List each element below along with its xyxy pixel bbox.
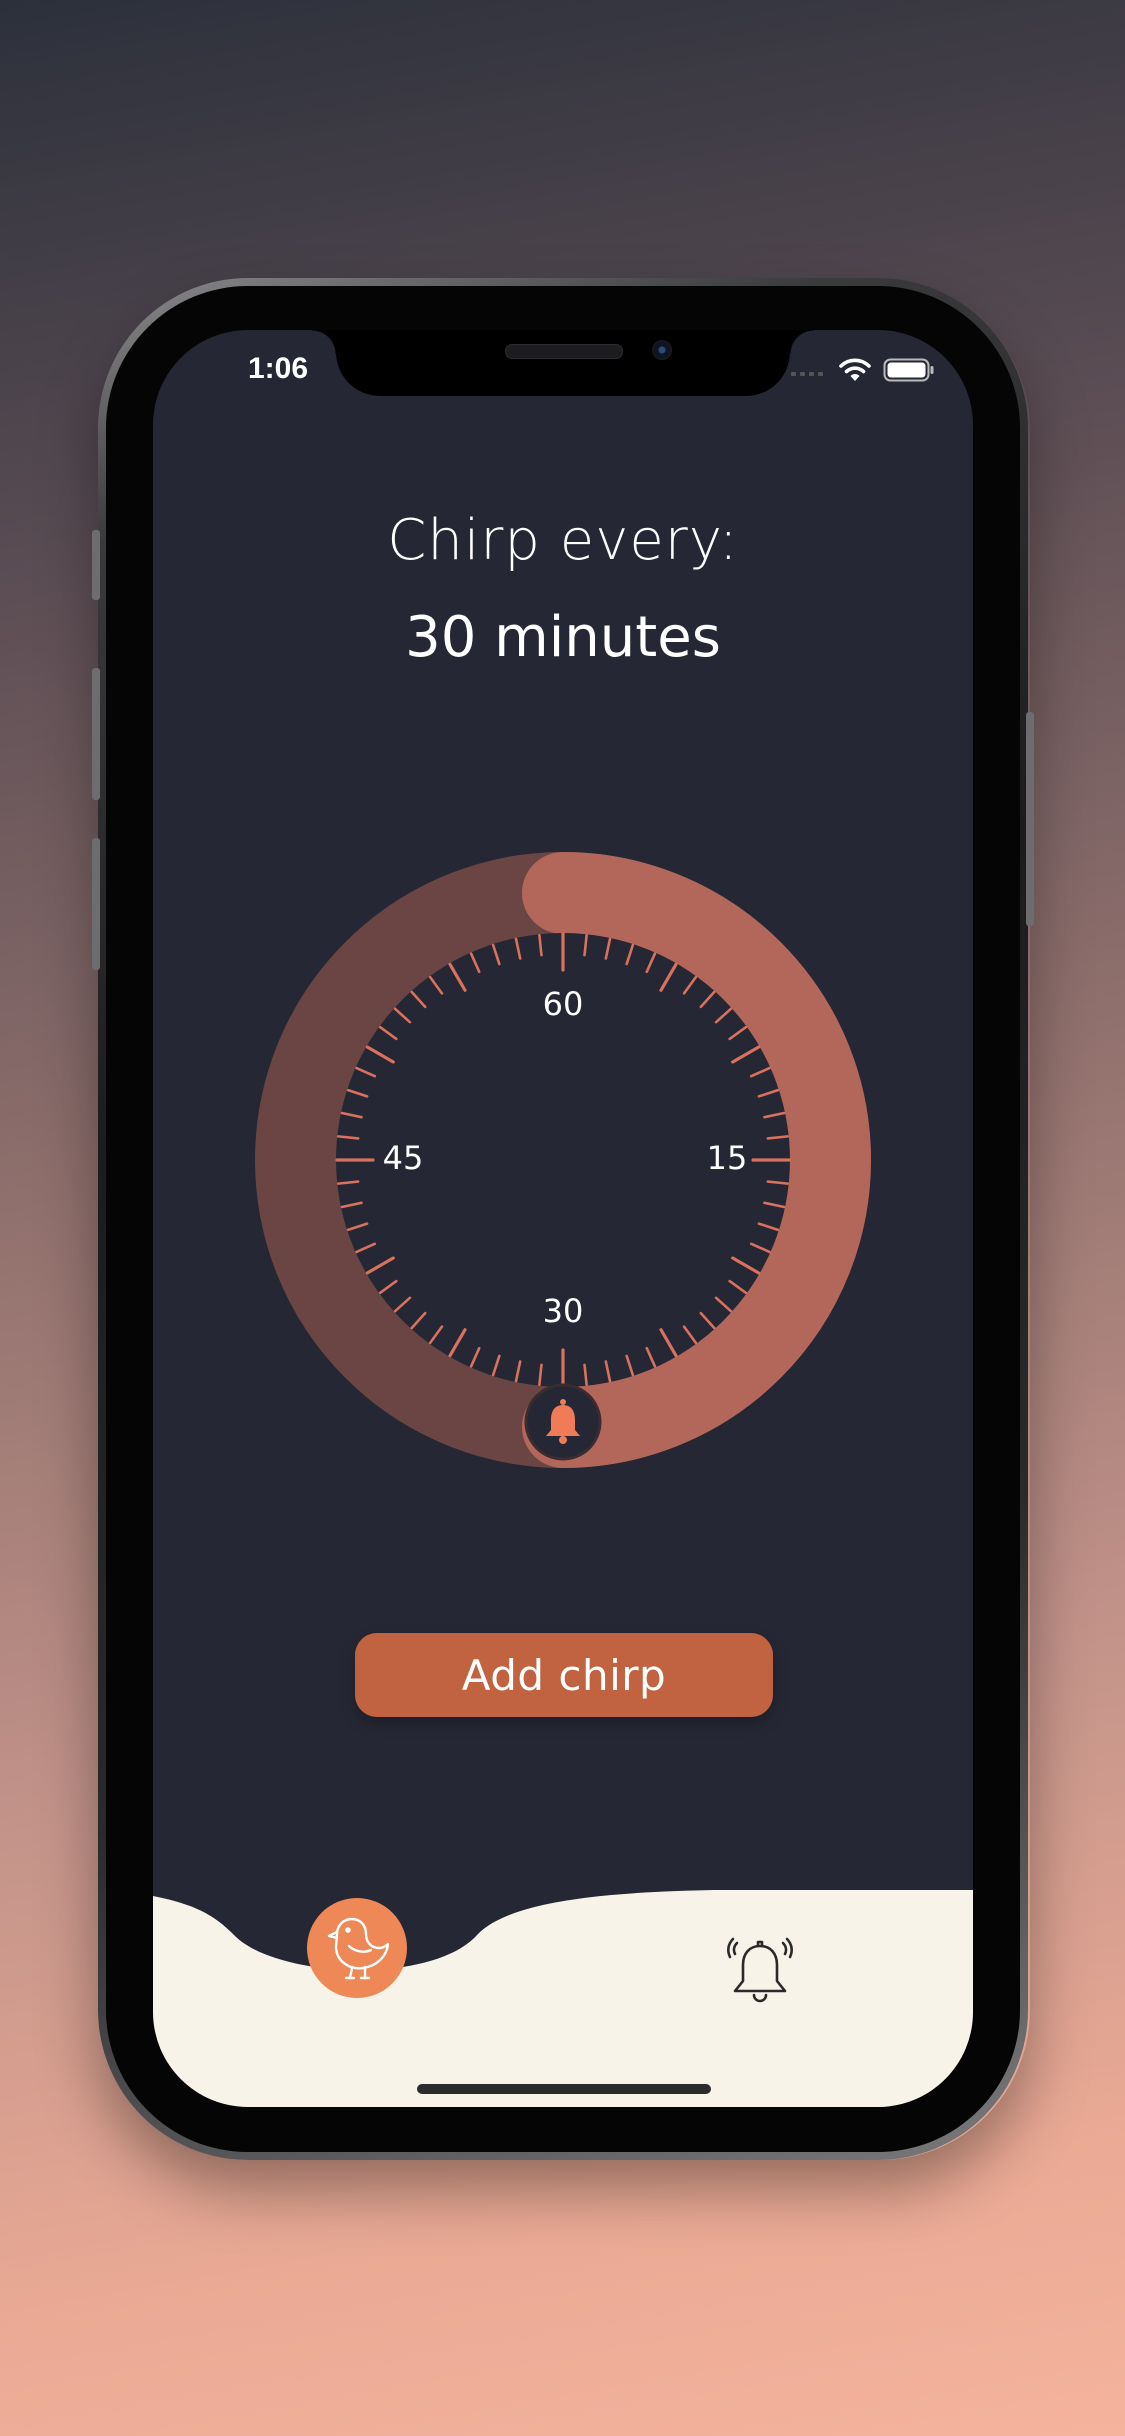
dial-label-15: 15 (707, 1139, 748, 1177)
status-time: 1:06 (247, 352, 309, 385)
tab-chirps[interactable] (307, 1898, 407, 1998)
dial-label-60: 60 (543, 985, 584, 1023)
interval-title: Chirp every: (387, 508, 739, 573)
dial-label-45: 45 (383, 1139, 424, 1177)
dial-handle[interactable] (524, 1383, 602, 1461)
tab-alarms[interactable] (725, 1936, 795, 2011)
alarm-bell-icon (727, 1937, 793, 2003)
wifi-icon (839, 358, 871, 381)
interval-value: 30 minutes (405, 605, 721, 670)
tab-bar-background (153, 1890, 973, 2107)
add-chirp-button[interactable]: Add chirp (355, 1633, 773, 1717)
tab-bar (153, 1890, 973, 2107)
volume-up-button (92, 668, 100, 800)
battery-icon (883, 358, 934, 382)
app-screen: 1:06 Chirp every: 30 minutes 60 15 30 45… (153, 330, 973, 2107)
cellular-signal-icon (791, 372, 823, 376)
volume-down-button (92, 838, 100, 970)
dial-label-30: 30 (543, 1292, 584, 1330)
interval-dial[interactable]: 60 15 30 45 (153, 850, 973, 1480)
power-button (1026, 712, 1034, 926)
front-camera (652, 340, 672, 360)
mute-switch (92, 530, 100, 600)
status-icons (791, 355, 935, 385)
home-indicator[interactable] (417, 2084, 711, 2094)
notch (312, 330, 814, 396)
bird-icon (327, 1917, 390, 1980)
earpiece-speaker (505, 344, 623, 359)
